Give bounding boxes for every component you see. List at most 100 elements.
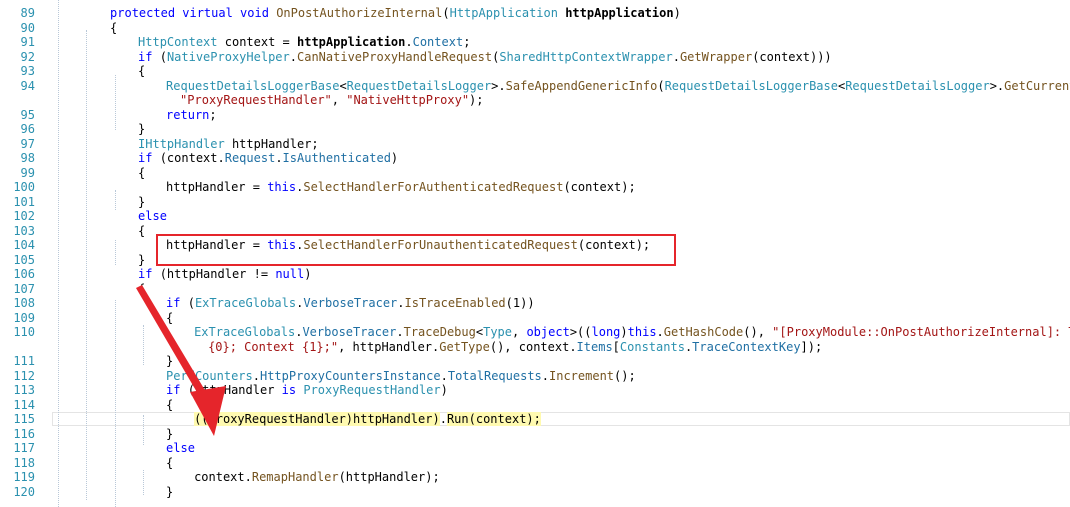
code-text: }	[138, 122, 145, 136]
code-line[interactable]: 100 httpHandler = this.SelectHandlerForAu…	[0, 180, 1070, 194]
code-token: return	[166, 107, 210, 122]
code-line[interactable]: 104 httpHandler = this.SelectHandlerForUn…	[0, 238, 1070, 252]
code-token: (httpHandler !=	[152, 267, 276, 281]
code-token: this	[267, 180, 297, 194]
code-token: TotalRequests	[447, 368, 542, 383]
code-text: HttpContext context = httpApplication.Co…	[138, 35, 470, 49]
code-editor[interactable]: 89 protected virtual void OnPostAuthorize…	[0, 0, 1070, 507]
code-text: if (ExTraceGlobals.VerboseTracer.IsTrace…	[166, 296, 535, 310]
line-number: 98	[20, 151, 35, 165]
code-line[interactable]: 99 {	[0, 166, 1070, 180]
code-text: return;	[166, 108, 217, 122]
code-line[interactable]: 106 if (httpHandler != null)	[0, 267, 1070, 281]
code-token: .	[396, 325, 404, 339]
code-token: if	[138, 49, 153, 64]
code-token: OnPostAuthorizeInternal	[276, 6, 443, 20]
code-line[interactable]: 90 {	[0, 21, 1070, 35]
code-line[interactable]: 95 return;	[0, 108, 1070, 122]
code-text: else	[138, 209, 167, 223]
code-area[interactable]: 89 protected virtual void OnPostAuthorize…	[0, 0, 1070, 507]
code-line[interactable]: 101}	[0, 195, 1070, 209]
code-line[interactable]: 107 {	[0, 282, 1070, 296]
code-token: TraceDebug	[403, 325, 476, 339]
code-text: }	[166, 427, 173, 441]
code-token: if	[138, 151, 153, 165]
line-number: 109	[13, 310, 35, 325]
code-token: "NativeHttpProxy"	[346, 93, 470, 107]
code-line[interactable]: 98 if (context.Request.IsAuthenticated)	[0, 151, 1070, 165]
code-token: TraceContextKey	[692, 339, 801, 354]
code-token: GetWrapper	[679, 49, 753, 64]
code-line[interactable]: 89 protected virtual void OnPostAuthorize…	[0, 6, 1070, 20]
code-line[interactable]: 111}	[0, 354, 1070, 368]
code-line[interactable]: 93 {	[0, 64, 1070, 78]
code-token: RequestDetailsLogger	[845, 78, 990, 93]
code-token: GetType	[439, 339, 490, 354]
code-token: (ProxyRequestHandler)httpHandler	[201, 412, 433, 426]
line-number: 102	[13, 209, 35, 223]
code-line[interactable]: 91 HttpContext context = httpApplication.…	[0, 35, 1070, 49]
code-token: ExTraceGlobals	[194, 296, 297, 310]
code-line[interactable]: 114 {	[0, 398, 1070, 412]
code-token: (httpHandler	[180, 383, 282, 397]
code-line[interactable]: 103 {	[0, 224, 1070, 238]
code-line[interactable]: 97 IHttpHandler httpHandler;	[0, 137, 1070, 151]
line-number: 99	[20, 165, 35, 180]
code-token: HttpProxyCountersInstance	[259, 368, 441, 383]
code-token: ,	[331, 93, 347, 107]
code-token: {	[166, 310, 174, 325]
code-token: SelectHandlerForAuthenticatedRequest	[303, 180, 564, 194]
code-text: {	[138, 282, 145, 296]
code-line[interactable]: "ProxyRequestHandler", "NativeHttpProxy"…	[0, 93, 1070, 107]
code-token: SharedHttpContextWrapper	[499, 49, 673, 64]
code-line[interactable]: 92 if (NativeProxyHelper.CanNativeProxyHa…	[0, 50, 1070, 64]
code-token: ;	[209, 107, 217, 122]
line-number: 93	[20, 64, 35, 78]
code-line[interactable]: 115 ((ProxyRequestHandler)httpHandler).Ru…	[13, 412, 1070, 426]
code-line[interactable]: 112 PerfCounters.HttpProxyCountersInstanc…	[0, 369, 1070, 383]
code-token: Increment	[549, 368, 615, 383]
line-number: 115	[13, 412, 35, 426]
code-text: IHttpHandler httpHandler;	[138, 137, 319, 151]
code-token: null	[275, 267, 305, 281]
code-line[interactable]: 110 ExTraceGlobals.VerboseTracer.TraceDeb…	[0, 325, 1070, 339]
code-line[interactable]: 118 {	[0, 456, 1070, 470]
code-token: }	[138, 194, 146, 209]
code-token: RequestDetailsLogger	[346, 78, 492, 93]
code-token: CanNativeProxyHandleRequest	[297, 49, 493, 64]
code-token: Run(context);	[446, 412, 541, 426]
code-token: Context	[412, 35, 464, 49]
code-line[interactable]: 116}	[0, 427, 1070, 441]
code-token: }	[166, 426, 174, 441]
code-token: this	[627, 325, 657, 339]
code-token: {	[138, 64, 146, 78]
indent-guide	[86, 30, 87, 500]
line-number: 94	[20, 78, 35, 93]
code-line[interactable]: 96}	[0, 122, 1070, 136]
code-line[interactable]: 102 else	[0, 209, 1070, 223]
code-line[interactable]: 117 else	[0, 441, 1070, 455]
line-number: 105	[13, 252, 35, 267]
code-text: if (context.Request.IsAuthenticated)	[138, 151, 398, 165]
code-token: SelectHandlerForUnauthenticatedRequest	[303, 238, 578, 252]
code-token: RequestDetailsLoggerBase	[166, 78, 340, 93]
code-token: GetCurrent	[1004, 78, 1070, 93]
code-token: IsTraceEnabled	[404, 296, 506, 310]
code-line[interactable]: 105}	[0, 253, 1070, 267]
code-line[interactable]: 94 RequestDetailsLoggerBase<RequestDetail…	[0, 79, 1070, 93]
code-token: )	[440, 383, 448, 397]
code-line[interactable]: 113 if (httpHandler is ProxyRequestHandle…	[0, 383, 1070, 397]
line-number: 95	[20, 107, 35, 122]
line-number: 111	[13, 354, 35, 368]
code-token: .	[541, 368, 549, 383]
code-line[interactable]: 119 context.RemapHandler(httpHandler);	[0, 470, 1070, 484]
code-token: (context)))	[752, 49, 832, 64]
code-line[interactable]: 109 {	[0, 311, 1070, 325]
line-number: 112	[13, 368, 35, 383]
code-line[interactable]: 120}	[0, 485, 1070, 499]
code-line[interactable]: {0}; Context {1};", httpHandler.GetType(…	[0, 340, 1070, 354]
code-token: {	[166, 397, 174, 412]
code-line[interactable]: 108 if (ExTraceGlobals.VerboseTracer.IsTr…	[0, 296, 1070, 310]
code-token: Type	[483, 325, 512, 339]
code-token: .	[275, 151, 283, 165]
